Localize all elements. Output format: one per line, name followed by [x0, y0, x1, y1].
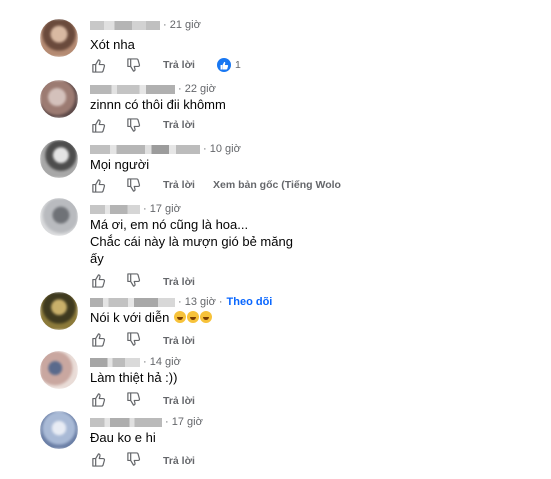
comment-text: Nói k với diễn	[90, 309, 212, 326]
like-icon[interactable]	[90, 451, 106, 467]
dislike-icon[interactable]	[125, 331, 141, 347]
dislike-icon[interactable]	[125, 391, 141, 407]
avatar[interactable]	[40, 140, 78, 178]
reply-button[interactable]: Trả lời	[163, 276, 195, 288]
comment-time[interactable]: · 17 giờ	[165, 416, 203, 428]
comment-text: Xót nha	[90, 37, 135, 52]
avatar[interactable]	[40, 80, 78, 118]
blurred-author-name[interactable]	[90, 204, 140, 214]
blurred-author-name[interactable]	[90, 84, 175, 94]
blurred-author-name[interactable]	[90, 20, 160, 30]
comment-author-row: · 13 giờ · Theo dõi	[90, 296, 272, 308]
avatar[interactable]	[40, 19, 78, 57]
dislike-icon[interactable]	[125, 57, 141, 73]
like-icon[interactable]	[90, 117, 106, 133]
reply-button[interactable]: Trả lời	[163, 455, 195, 467]
comment-text-line-1: Má ơi, em nó cũng là hoa...	[90, 217, 249, 232]
avatar[interactable]	[40, 411, 78, 449]
comment-author-row: · 17 giờ	[90, 203, 181, 215]
comment-author-row: · 21 giờ	[90, 19, 201, 31]
laughing-emoji-icon	[186, 311, 199, 323]
avatar[interactable]	[40, 351, 78, 389]
comment-time[interactable]: · 14 giờ	[143, 356, 181, 368]
comment-text: Làm thiệt hả :))	[90, 370, 178, 385]
like-icon[interactable]	[90, 177, 106, 193]
blurred-author-name[interactable]	[90, 297, 175, 307]
laughing-emoji-icon	[199, 311, 212, 323]
comment-author-row: · 22 giờ	[90, 83, 216, 95]
like-icon[interactable]	[90, 331, 106, 347]
blurred-author-name[interactable]	[90, 417, 162, 427]
reply-button[interactable]: Trả lời	[163, 335, 195, 347]
like-icon[interactable]	[90, 272, 106, 288]
comment-text-line-2: Chắc cái này là mượn gió bẻ măng	[90, 234, 293, 249]
comment-text: Đau ko e hi	[90, 430, 156, 445]
laughing-emoji-icon	[173, 311, 186, 323]
dislike-icon[interactable]	[125, 177, 141, 193]
reaction-count: 1	[235, 59, 241, 71]
comment-author-row: · 14 giờ	[90, 356, 181, 368]
dislike-icon[interactable]	[125, 451, 141, 467]
comment-time[interactable]: · 10 giờ	[203, 143, 241, 155]
follow-button[interactable]: Theo dõi	[227, 296, 273, 308]
see-original-link[interactable]: Xem bản gốc (Tiếng Wolo	[213, 179, 341, 191]
comment-text-line-3: ấy	[90, 251, 104, 266]
reaction-summary[interactable]: 1	[217, 58, 241, 72]
comment-text: zinnn có thôi đii khômm	[90, 97, 226, 112]
comment-text: Mọi người	[90, 157, 150, 172]
reply-button[interactable]: Trả lời	[163, 395, 195, 407]
reply-button[interactable]: Trả lời	[163, 59, 195, 71]
reply-button[interactable]: Trả lời	[163, 179, 195, 191]
comment-time[interactable]: · 17 giờ	[143, 203, 181, 215]
reply-button[interactable]: Trả lời	[163, 119, 195, 131]
thumbs-up-reaction-icon	[217, 58, 231, 72]
comment-author-row: · 10 giờ	[90, 143, 241, 155]
dislike-icon[interactable]	[125, 117, 141, 133]
avatar[interactable]	[40, 292, 78, 330]
like-icon[interactable]	[90, 391, 106, 407]
comment-time[interactable]: · 13 giờ ·	[178, 296, 223, 308]
like-icon[interactable]	[90, 57, 106, 73]
blurred-author-name[interactable]	[90, 357, 140, 367]
comment-time[interactable]: · 22 giờ	[178, 83, 216, 95]
comment-text-content: Nói k với diễn	[90, 310, 170, 325]
blurred-author-name[interactable]	[90, 144, 200, 154]
avatar[interactable]	[40, 198, 78, 236]
comment-author-row: · 17 giờ	[90, 416, 203, 428]
comment-time[interactable]: · 21 giờ	[163, 19, 201, 31]
dislike-icon[interactable]	[125, 272, 141, 288]
